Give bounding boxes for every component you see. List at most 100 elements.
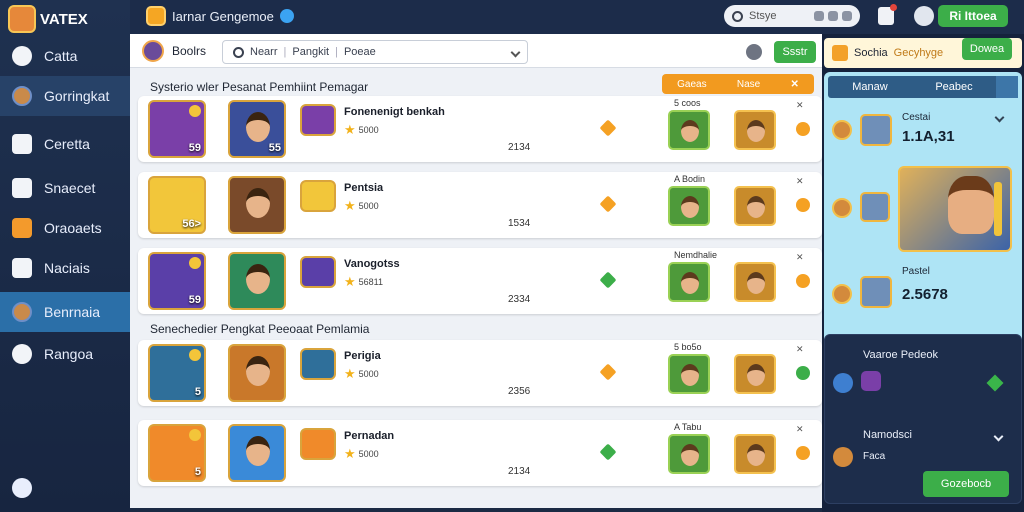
sidebar-item-snaecet[interactable]: Snaecet xyxy=(0,168,130,208)
sidebar-item-rangoa[interactable]: Rangoa xyxy=(0,334,130,374)
game-title[interactable]: Perigia xyxy=(344,350,381,362)
settings-icon[interactable] xyxy=(12,478,32,498)
player-avatar[interactable] xyxy=(734,262,776,302)
user-icon[interactable] xyxy=(914,6,934,26)
game-row[interactable]: 5 Pernadan ★ 5000 2134 A Tabu ✕ xyxy=(138,420,822,486)
player-avatar[interactable] xyxy=(734,354,776,394)
character-thumbnail[interactable] xyxy=(228,252,286,310)
gear-icon[interactable] xyxy=(746,44,762,60)
diamond-icon[interactable] xyxy=(599,363,617,381)
lower-subtitle: Namodsci xyxy=(863,429,912,441)
diamond-icon[interactable] xyxy=(599,195,617,213)
player-avatar[interactable] xyxy=(734,186,776,226)
featured-character[interactable] xyxy=(898,166,1012,252)
game-icon[interactable] xyxy=(300,428,336,460)
search-filter-3[interactable]: Poeae xyxy=(344,46,376,58)
player-avatar[interactable] xyxy=(668,110,710,150)
diamond-icon[interactable] xyxy=(986,374,1004,392)
search-input[interactable]: Nearr | Pangkit | Poeae xyxy=(222,40,528,64)
close-icon[interactable]: ✕ xyxy=(796,252,804,263)
game-row[interactable]: 59 55 Fonenenigt benkah ★ 5000 2134 5 coos ✕ xyxy=(138,96,822,162)
character-thumb[interactable] xyxy=(861,371,881,391)
app-logo[interactable]: VATEX xyxy=(8,4,124,34)
player-avatar[interactable] xyxy=(734,434,776,474)
game-title[interactable]: Pentsia xyxy=(344,182,383,194)
tab-manaw[interactable]: Manaw xyxy=(828,81,912,93)
player-avatar[interactable] xyxy=(734,110,776,150)
avatar[interactable] xyxy=(142,40,164,62)
game-row[interactable]: 56> Pentsia ★ 5000 1534 A Bodin ✕ xyxy=(138,172,822,238)
coin-icon xyxy=(189,429,201,441)
filter-icon[interactable] xyxy=(814,11,824,21)
search-icon[interactable] xyxy=(996,76,1018,98)
game-title[interactable]: Fonenenigt benkah xyxy=(344,106,445,118)
download-label: Dowea xyxy=(969,43,1005,55)
header-action-button[interactable]: Ssstr xyxy=(774,41,816,63)
filter-right[interactable]: Nase xyxy=(737,79,760,90)
sidebar-item-label: Ceretta xyxy=(44,136,90,152)
game-icon[interactable] xyxy=(300,104,336,136)
sidebar-item-gorringkat[interactable]: Gorringkat xyxy=(0,76,130,116)
chevron-down-icon[interactable] xyxy=(994,112,1005,123)
close-icon[interactable]: ✕ xyxy=(796,344,804,355)
character-thumbnail[interactable] xyxy=(228,176,286,234)
search-filter-2[interactable]: Pangkit xyxy=(292,46,329,58)
game-icon[interactable] xyxy=(300,180,336,212)
top-search-field[interactable]: Stsye xyxy=(724,5,860,27)
character-thumbnail[interactable] xyxy=(228,424,286,482)
player-avatar[interactable] xyxy=(668,186,710,226)
game-icon[interactable] xyxy=(300,348,336,380)
notification-icon[interactable] xyxy=(878,4,897,25)
chevron-down-icon[interactable] xyxy=(510,47,521,57)
close-icon[interactable]: ✕ xyxy=(796,100,804,111)
character-thumb[interactable] xyxy=(860,276,892,308)
sidebar-item-benrnaia[interactable]: Benrnaia xyxy=(0,292,130,332)
game-row[interactable]: 5 Perigia ★ 5000 2356 5 bo5o ✕ xyxy=(138,340,822,406)
game-title[interactable]: Vanogotss xyxy=(344,258,400,270)
sidebar-item-ceretta[interactable]: Ceretta xyxy=(0,124,130,164)
game-row[interactable]: 59 Vanogotss ★ 56811 2334 Nemdhalie ✕ xyxy=(138,248,822,314)
player-avatar[interactable] xyxy=(668,262,710,302)
close-icon[interactable] xyxy=(842,11,852,21)
search-filter-1[interactable]: Nearr xyxy=(250,46,278,58)
game-thumbnail[interactable]: 59 xyxy=(148,252,206,310)
status-dot-icon[interactable] xyxy=(796,366,810,380)
game-thumbnail[interactable]: 5 xyxy=(148,424,206,482)
thumbnail-caption: 59 xyxy=(188,142,201,154)
character-thumb[interactable] xyxy=(860,192,890,222)
top-action-button[interactable]: Ri Ittoea xyxy=(938,5,1008,27)
lower-action-button[interactable]: Gozebocb xyxy=(923,471,1009,497)
game-rating: ★ 5000 xyxy=(344,122,379,138)
game-thumbnail[interactable]: 56> xyxy=(148,176,206,234)
sidebar-item-naciais[interactable]: Naciais xyxy=(0,248,130,288)
status-dot-icon[interactable] xyxy=(796,274,810,288)
close-icon[interactable]: ✕ xyxy=(796,424,804,435)
avatar xyxy=(833,447,853,467)
player-avatar[interactable] xyxy=(668,434,710,474)
filter-bar[interactable]: Gaeas Nase ✕ xyxy=(662,74,814,94)
download-button[interactable]: Dowea xyxy=(962,38,1012,60)
close-icon[interactable]: ✕ xyxy=(790,79,798,90)
character-thumbnail[interactable]: 55 xyxy=(228,100,286,158)
sidebar-item-catta[interactable]: Catta xyxy=(0,36,130,76)
diamond-icon[interactable] xyxy=(599,119,617,137)
status-dot-icon[interactable] xyxy=(796,446,810,460)
character-thumb[interactable] xyxy=(860,114,892,146)
grid-icon[interactable] xyxy=(828,11,838,21)
diamond-icon[interactable] xyxy=(599,443,617,461)
status-dot-icon[interactable] xyxy=(796,198,810,212)
character-thumbnail[interactable] xyxy=(228,344,286,402)
tab-peabec[interactable]: Peabec xyxy=(912,81,996,93)
header-action-label: Ssstr xyxy=(782,46,808,58)
status-dot-icon[interactable] xyxy=(796,122,810,136)
chevron-down-icon[interactable] xyxy=(993,431,1004,442)
game-thumbnail[interactable]: 59 xyxy=(148,100,206,158)
game-thumbnail[interactable]: 5 xyxy=(148,344,206,402)
game-title[interactable]: Pernadan xyxy=(344,430,394,442)
close-icon[interactable]: ✕ xyxy=(796,176,804,187)
sidebar-item-oraoaets[interactable]: Oraoaets xyxy=(0,208,130,248)
game-icon[interactable] xyxy=(300,256,336,288)
filter-left[interactable]: Gaeas xyxy=(677,79,706,90)
player-avatar[interactable] xyxy=(668,354,710,394)
diamond-icon[interactable] xyxy=(599,271,617,289)
